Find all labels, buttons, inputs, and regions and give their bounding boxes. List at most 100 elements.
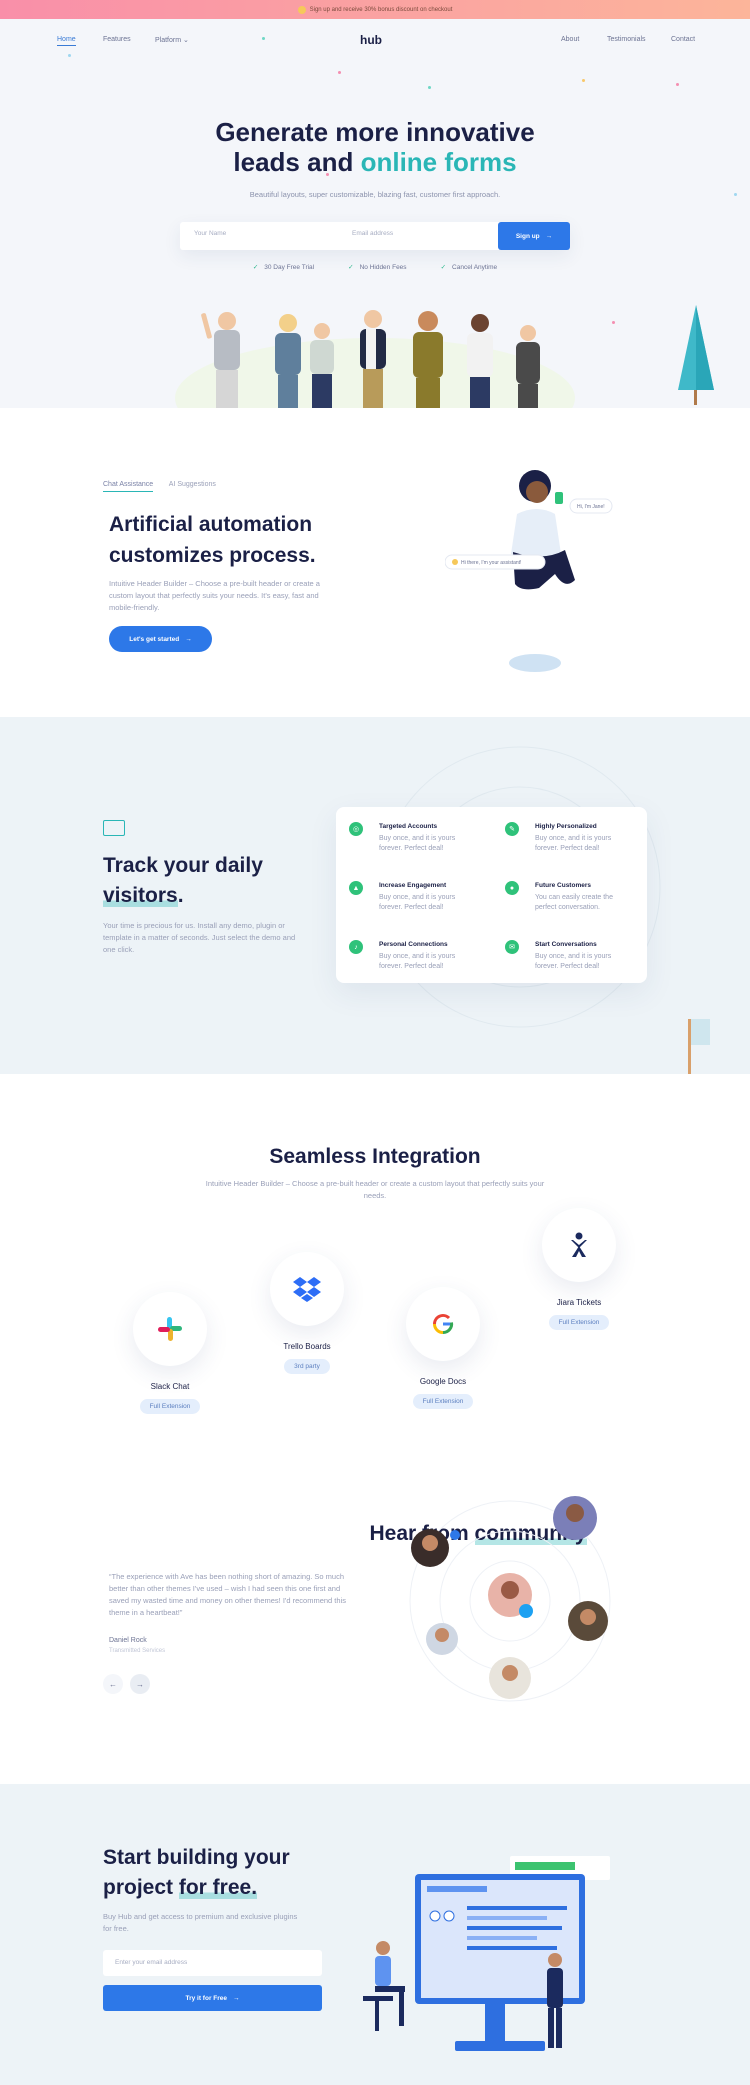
person-figure	[310, 323, 334, 408]
app-card-jira[interactable]: Jiara Tickets Full Extension	[524, 1208, 634, 1330]
chat-bubble: Hi there, I'm your assistant!	[445, 554, 546, 570]
jira-logo	[571, 1232, 587, 1257]
confetti-dot	[582, 79, 585, 82]
person-figure	[516, 325, 540, 408]
confetti-dot	[612, 321, 615, 324]
person-figure	[360, 310, 386, 408]
app-name: Slack Chat	[150, 1382, 190, 1391]
integration-section: Seamless Integration Intuitive Header Bu…	[0, 1074, 750, 1784]
chat-bubble-1-text: Hi, I'm Jane!	[577, 504, 605, 510]
app-tag: Full Extension	[139, 1399, 201, 1414]
hero-section: Home Features Platform ⌄ hub About Testi…	[0, 19, 750, 408]
chat-body: Intuitive Header Builder – Choose a pre-…	[109, 579, 320, 612]
app-card-slack[interactable]: Slack Chat Full Extension	[115, 1292, 225, 1414]
nav-about[interactable]: About	[561, 36, 579, 43]
features-card: ◎ Targeted Accounts Buy once, and it is …	[336, 807, 647, 983]
name-input[interactable]: Your Name	[194, 230, 226, 237]
thumbs-up-icon: ▲	[349, 881, 363, 895]
feature-title: Increase Engagement	[379, 882, 447, 889]
hero-checklist: ✓ 30 Day Free Trial ✓ No Hidden Fees ✓ Canc…	[0, 263, 750, 271]
track-title-accent: visitors	[103, 884, 178, 907]
arrow-right-icon: →	[185, 635, 192, 643]
check-item: ✓ No Hidden Fees	[348, 263, 406, 271]
integration-title: Seamless Integration	[269, 1145, 481, 1168]
check-icon: ✓	[348, 264, 354, 271]
cta-title: Start building your project for free.	[103, 1843, 323, 1903]
chat-title: Artificial automation customizes process…	[109, 513, 316, 567]
feature-title: Highly Personalized	[535, 823, 597, 830]
get-started-button[interactable]: Let's get started →	[109, 626, 212, 652]
confetti-dot	[338, 71, 341, 74]
community-avatars	[409, 1496, 611, 1702]
avatar	[553, 1496, 597, 1540]
feature-title: Future Customers	[535, 882, 591, 889]
confetti-dot	[68, 54, 71, 57]
nav-platform-label: Platform	[155, 37, 182, 44]
twitter-icon	[519, 1604, 533, 1618]
check-icon: ✓	[252, 264, 259, 271]
arrow-right-icon: →	[545, 232, 553, 240]
cta-email-input[interactable]: Enter your email address	[103, 1950, 322, 1976]
feature-title: Targeted Accounts	[379, 823, 438, 830]
nav-testimonials[interactable]: Testimonials	[607, 36, 646, 43]
check-item: ✓ Cancel Anytime	[441, 263, 498, 271]
check-label: 30 Day Free Trial	[264, 264, 315, 271]
app-tag: Full Extension	[548, 1315, 610, 1330]
cta-title-line1: Start building your	[103, 1846, 290, 1869]
nav-platform[interactable]: Platform ⌄	[155, 36, 189, 44]
avatar	[411, 1529, 449, 1567]
app-name: Jiara Tickets	[556, 1298, 602, 1307]
top-nav: Home Features Platform ⌄ hub About Testi…	[0, 33, 750, 49]
app-card-google-docs[interactable]: Google Docs Full Extension	[388, 1287, 498, 1409]
app-tag: 3rd party	[284, 1359, 330, 1374]
try-free-label: Try it for Free	[185, 1994, 228, 2002]
cta-section: Start building your project for free. Bu…	[0, 1784, 750, 2085]
signup-button[interactable]: Sign up →	[498, 222, 570, 250]
prev-arrow-button[interactable]: ←	[103, 1674, 123, 1694]
id-card-icon	[103, 820, 125, 836]
hero-subtitle: Beautiful layouts, super customizable, b…	[249, 190, 501, 199]
app-name: Trello Boards	[283, 1342, 331, 1351]
users-icon: ●	[505, 881, 519, 895]
wrench-icon: ✎	[505, 822, 519, 836]
chat-bubble-2-text: Hi there, I'm your assistant!	[461, 560, 521, 566]
tab-ai-suggestions[interactable]: AI Suggestions	[169, 481, 216, 488]
promo-text: Sign up and receive 30% bonus discount o…	[309, 6, 453, 13]
cta-body: Buy Hub and get access to premium and ex…	[103, 1912, 298, 1933]
confetti-dot	[676, 83, 679, 86]
avatar	[568, 1601, 608, 1641]
flag-illustration	[688, 1019, 710, 1074]
track-body: Your time is precious for us. Install an…	[103, 921, 296, 954]
nav-contact[interactable]: Contact	[671, 36, 695, 43]
try-free-button[interactable]: Try it for Free →	[103, 1985, 322, 2011]
person-sitting	[363, 1941, 405, 2031]
nav-home[interactable]: Home	[57, 36, 76, 46]
tree-illustration	[678, 305, 714, 405]
confetti-dot	[428, 86, 431, 89]
promo-bar: Sign up and receive 30% bonus discount o…	[0, 0, 750, 19]
emoji-icon	[297, 5, 306, 14]
google-icon	[406, 1287, 480, 1361]
dropbox-icon	[270, 1252, 344, 1326]
logo[interactable]: hub	[360, 33, 382, 47]
chat-icon: ✉	[505, 940, 519, 954]
hero-title-accent: online forms	[360, 147, 517, 177]
feature-tabs: Chat Assistance AI Suggestions	[103, 481, 230, 492]
app-card-trello[interactable]: Trello Boards 3rd party	[252, 1252, 362, 1374]
track-visitors-section: Track your daily visitors. Your time is …	[0, 717, 750, 1074]
feature-title: Start Conversations	[535, 941, 597, 948]
bell-icon: ♪	[349, 940, 363, 954]
hero-title-line2: leads and	[233, 147, 354, 177]
hero-title-line1: Generate more innovative	[215, 117, 535, 147]
feature-title: Personal Connections	[379, 941, 448, 948]
target-icon: ◎	[349, 822, 363, 836]
nav-features[interactable]: Features	[103, 36, 131, 43]
chat-bubble: Hi, I'm Jane!	[569, 498, 613, 514]
track-title-end: .	[177, 884, 184, 907]
email-input[interactable]: Email address	[352, 230, 393, 237]
next-arrow-button[interactable]: →	[130, 1674, 150, 1694]
tab-chat-assistance[interactable]: Chat Assistance	[103, 481, 154, 492]
track-title-line1: Track your daily	[103, 854, 263, 877]
people-illustration	[175, 310, 575, 408]
person-figure	[413, 311, 443, 408]
